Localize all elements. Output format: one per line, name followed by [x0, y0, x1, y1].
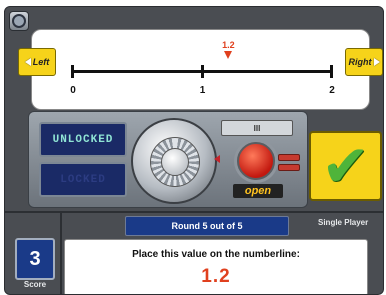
prompt-instruction: Place this value on the numberline: [132, 249, 300, 260]
marker-value-label: 1.2 [222, 40, 235, 50]
numberline-tick [330, 65, 333, 78]
prompt-box: Place this value on the numberline: 1.2 [64, 239, 368, 294]
move-left-label: Left [32, 57, 50, 67]
open-label: open [233, 184, 283, 198]
submit-check-button[interactable]: ✔ [309, 131, 382, 201]
mode-label: Single Player [318, 218, 369, 227]
numberline-tick [200, 65, 204, 78]
tick-label: 1 [199, 85, 206, 96]
numberline-panel: Left Right 0 1 2 1.2 [18, 29, 383, 110]
plug-icon [278, 154, 300, 171]
menu-icon [12, 14, 26, 28]
numberline-tick [71, 65, 74, 78]
arrow-left-icon [24, 58, 31, 66]
tick-label: 2 [329, 85, 335, 96]
dial-pointer-icon [214, 155, 220, 163]
checkmark-icon: ✔ [321, 132, 370, 200]
score-value: 3 [15, 238, 55, 280]
position-marker[interactable] [224, 51, 233, 59]
round-indicator: Round 5 out of 5 [125, 216, 289, 236]
combination-dial[interactable] [131, 118, 217, 204]
score-label: Score [23, 280, 47, 289]
lock-machine: UNLOCKED LOCKED III open [28, 111, 308, 208]
game-frame: Left Right 0 1 2 1.2 UNLOCKED LOCKED III o… [4, 6, 384, 295]
unlocked-display: UNLOCKED [39, 122, 127, 157]
move-right-label: Right [348, 57, 372, 67]
open-button[interactable] [237, 142, 275, 180]
arrow-right-icon [373, 58, 380, 66]
locked-display: LOCKED [39, 162, 127, 197]
menu-button[interactable] [9, 11, 29, 31]
dial-cap [161, 148, 189, 176]
target-value: 1.2 [201, 266, 231, 287]
divider [60, 213, 62, 294]
tick-label: 0 [70, 85, 76, 96]
coin-slot: III [221, 120, 293, 136]
move-left-button[interactable]: Left [18, 48, 56, 76]
move-right-button[interactable]: Right [345, 48, 383, 76]
